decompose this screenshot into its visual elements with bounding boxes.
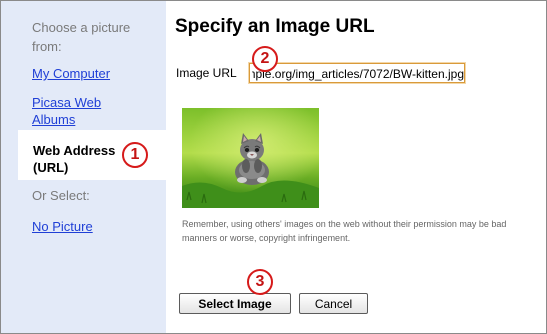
page-title: Specify an Image URL [175,16,375,37]
cancel-button[interactable]: Cancel [299,293,368,314]
image-url-input[interactable] [248,62,466,84]
sidebar-item-picasa-web-albums[interactable]: Picasa Web Albums [32,94,142,128]
annotation-marker-3: 3 [247,269,273,295]
sidebar-item-label: Web Address (URL) [33,143,116,175]
sidebar: Choose a picture from: My Computer Picas… [1,1,166,333]
copyright-warning: Remember, using others' images on the we… [182,219,507,243]
annotation-marker-1: 1 [122,142,148,168]
annotation-marker-2: 2 [252,46,278,72]
sidebar-item-no-picture[interactable]: No Picture [32,218,93,235]
kitten-image [182,108,319,208]
sidebar-subheading: Or Select: [32,188,90,203]
image-picker-dialog: Choose a picture from: My Computer Picas… [0,0,547,334]
image-preview [182,108,319,208]
sidebar-heading: Choose a picture from: [32,20,131,54]
sidebar-item-my-computer[interactable]: My Computer [32,65,110,82]
select-image-button[interactable]: Select Image [179,293,291,314]
image-url-label: Image URL [176,66,237,80]
